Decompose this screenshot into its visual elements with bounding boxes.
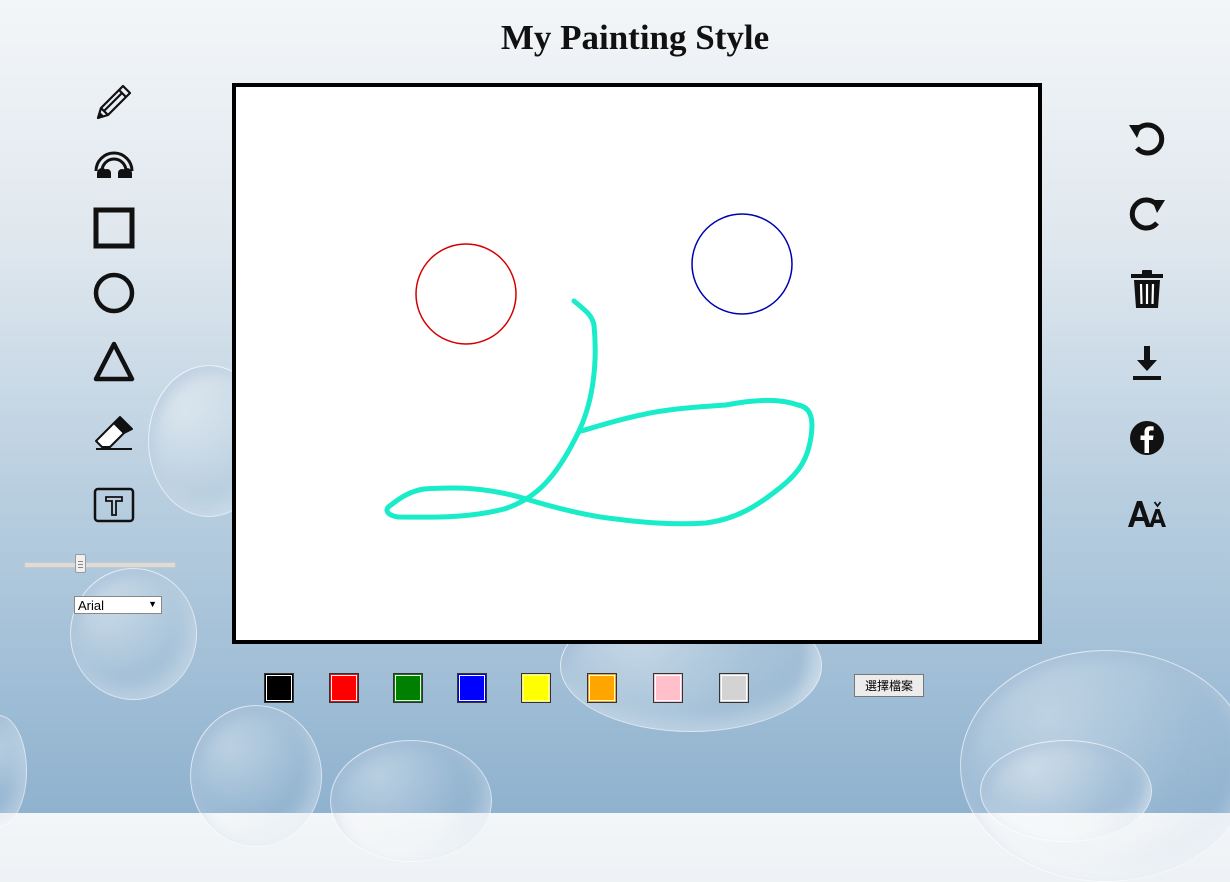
clear-button[interactable] <box>1124 265 1170 311</box>
color-swatch[interactable] <box>719 673 749 703</box>
rectangle-tool[interactable] <box>91 205 137 251</box>
slider-thumb[interactable] <box>75 554 86 573</box>
square-icon <box>93 207 135 249</box>
page-title: My Painting Style <box>500 18 770 57</box>
canvas-stroke-red-circle <box>415 243 517 345</box>
color-swatch[interactable] <box>521 673 551 703</box>
trash-icon <box>1131 270 1163 308</box>
color-swatch[interactable] <box>264 673 294 703</box>
bubble-decoration <box>980 740 1152 842</box>
rainbow-icon <box>94 151 134 178</box>
font-size-button[interactable] <box>1124 490 1170 536</box>
color-swatch[interactable] <box>587 673 617 703</box>
download-button[interactable] <box>1124 340 1170 386</box>
drawing-canvas[interactable] <box>232 83 1042 644</box>
undo-icon <box>1129 122 1165 156</box>
bubble-decoration <box>330 740 492 862</box>
choose-file-button[interactable]: 選擇檔案 <box>854 674 924 697</box>
triangle-icon <box>93 341 135 382</box>
canvas-stroke-freehand <box>384 298 815 527</box>
canvas-stroke-blue-circle <box>691 213 793 315</box>
facebook-icon <box>1130 421 1164 455</box>
bubble-decoration <box>190 705 322 847</box>
triangle-tool[interactable] <box>91 338 137 384</box>
font-size-icon <box>1128 501 1166 527</box>
bubble-decoration <box>0 715 27 827</box>
color-swatch[interactable] <box>653 673 683 703</box>
color-swatch[interactable] <box>329 673 359 703</box>
slider-track <box>24 562 176 568</box>
text-tool[interactable] <box>91 482 137 528</box>
bubble-decoration <box>70 568 197 700</box>
undo-button[interactable] <box>1124 115 1170 161</box>
color-swatch[interactable] <box>393 673 423 703</box>
color-swatch[interactable] <box>457 673 487 703</box>
pencil-icon <box>96 84 132 120</box>
circle-icon <box>93 272 135 314</box>
brush-size-slider[interactable] <box>24 552 176 576</box>
circle-tool[interactable] <box>91 270 137 316</box>
chevron-down-icon: ▼ <box>148 599 157 609</box>
eraser-tool[interactable] <box>91 410 137 456</box>
pencil-tool[interactable] <box>91 79 137 125</box>
font-family-select[interactable]: Arial ▼ <box>74 596 162 614</box>
eraser-icon <box>95 416 133 450</box>
redo-button[interactable] <box>1124 190 1170 236</box>
redo-icon <box>1129 197 1165 231</box>
facebook-share-button[interactable] <box>1124 415 1170 461</box>
download-icon <box>1133 346 1161 380</box>
choose-file-label: 選擇檔案 <box>864 679 913 693</box>
font-select-value: Arial <box>78 597 105 613</box>
text-box-icon <box>93 487 135 523</box>
rainbow-brush-tool[interactable] <box>91 140 137 186</box>
